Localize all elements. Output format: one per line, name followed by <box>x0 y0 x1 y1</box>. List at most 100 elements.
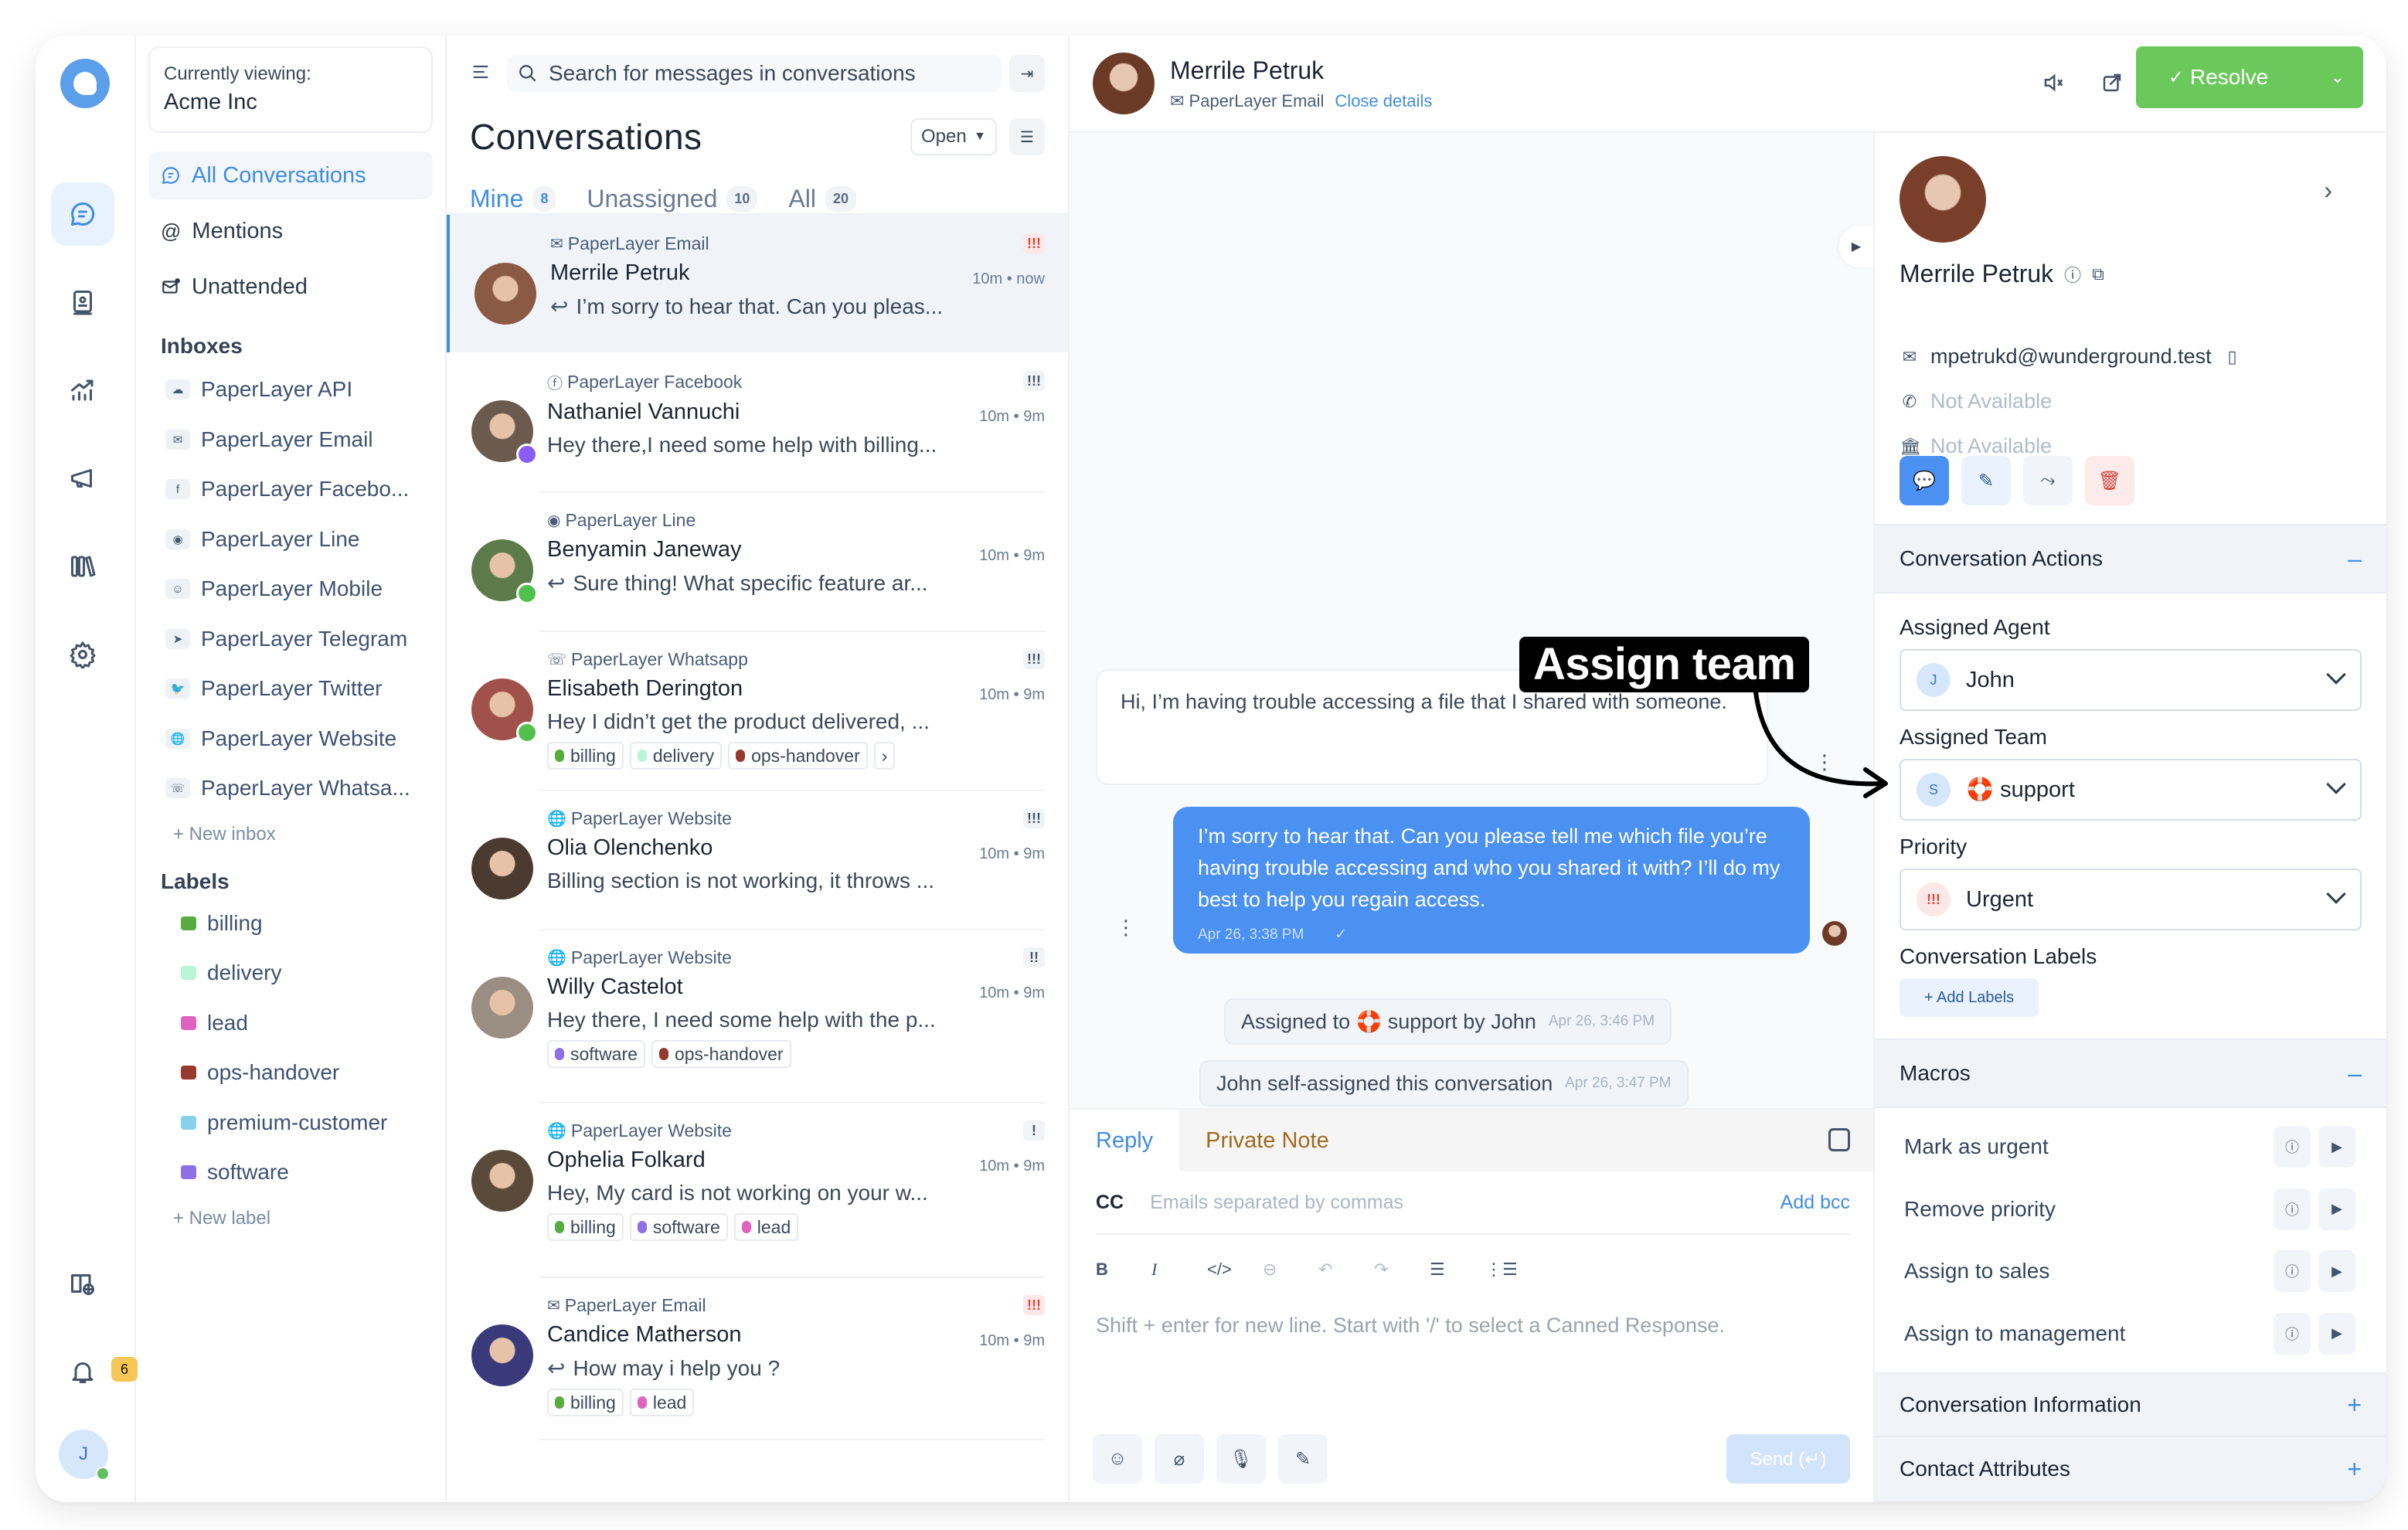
sidebar-label-item[interactable]: software <box>148 1148 433 1198</box>
sidebar-inbox-item[interactable]: ☁ PaperLayer API <box>148 365 433 415</box>
nav-library[interactable] <box>51 535 114 598</box>
mute-icon[interactable] <box>2042 71 2065 94</box>
new-message-button[interactable]: 💬 <box>1900 456 1949 505</box>
play-icon[interactable]: ▶ <box>2318 1250 2355 1292</box>
attachment-icon[interactable]: ⌀ <box>1155 1434 1204 1484</box>
expand-plus-icon[interactable]: + <box>2347 1455 2362 1484</box>
nav-settings[interactable] <box>51 623 114 686</box>
expand-icon[interactable] <box>1828 1128 1850 1151</box>
sidebar-inbox-item[interactable]: ◉ PaperLayer Line <box>148 515 433 565</box>
cc-input[interactable]: Emails separated by commas <box>1150 1192 1780 1214</box>
nav-notifications[interactable]: 6 <box>51 1340 138 1403</box>
sidebar-inbox-item[interactable]: ☺ PaperLayer Mobile <box>148 564 433 614</box>
conversation-item[interactable]: ⓕ PaperLayer Facebook!!! Nathaniel Vannuch… <box>447 352 1068 493</box>
conversation-item[interactable]: 🌐 PaperLayer Website! Ophelia Folkard 10m •… <box>447 1102 1068 1278</box>
code-icon[interactable]: </> <box>1207 1260 1263 1280</box>
redo-icon[interactable]: ↷ <box>1374 1260 1430 1280</box>
nav-conversations[interactable] <box>51 182 114 246</box>
conversation-item[interactable]: ✉ PaperLayer Email!!! Candice Matherson 10m… <box>447 1277 1068 1440</box>
info-icon[interactable]: ⓘ <box>2274 1250 2311 1292</box>
message-editor[interactable]: Shift + enter for new line. Start with '… <box>1096 1314 1873 1338</box>
signature-icon[interactable]: ✎ <box>1278 1434 1328 1484</box>
play-icon[interactable]: ▶ <box>2318 1126 2355 1168</box>
sidebar-label-item[interactable]: lead <box>148 998 433 1049</box>
italic-icon[interactable]: I <box>1151 1260 1207 1280</box>
account-switcher[interactable]: Currently viewing: Acme Inc <box>148 46 433 133</box>
assigned-team-select[interactable]: S 🛟 support <box>1900 759 2362 821</box>
new-inbox-link[interactable]: + New inbox <box>148 814 433 855</box>
emoji-icon[interactable]: ☺ <box>1093 1434 1142 1484</box>
chevron-right-icon[interactable]: › <box>2324 176 2332 205</box>
user-avatar[interactable]: J <box>59 1430 110 1481</box>
toggle-contact-panel-button[interactable]: ▶ <box>1839 226 1873 267</box>
conversation-actions-header[interactable]: Conversation Actions – <box>1875 524 2386 593</box>
send-button[interactable]: Send (↵) <box>1726 1434 1850 1484</box>
sidebar-item-all-conversations[interactable]: All Conversations <box>148 151 433 199</box>
nav-campaigns[interactable] <box>51 447 114 510</box>
message-menu-icon[interactable]: ⋮ <box>1116 917 1136 937</box>
delete-contact-button[interactable]: 🗑 <box>2085 456 2134 505</box>
bold-icon[interactable]: B <box>1096 1260 1151 1280</box>
sidebar-inbox-item[interactable]: f PaperLayer Facebo... <box>148 464 433 515</box>
close-details-link[interactable]: Close details <box>1335 91 1432 111</box>
conversation-item[interactable]: ☏ PaperLayer Whatsapp!!! Elisabeth Deringt… <box>447 631 1068 791</box>
conversation-item[interactable]: ✉ PaperLayer Email!!! Merrile Petruk 10m • … <box>447 215 1068 352</box>
numbered-list-icon[interactable]: ⋮☰ <box>1485 1260 1541 1280</box>
resolve-button[interactable]: ✓ Resolve ⌄ <box>2136 46 2363 108</box>
collapse-icon[interactable]: – <box>2348 1059 2362 1088</box>
new-label-link[interactable]: + New label <box>148 1198 433 1239</box>
chevron-down-icon[interactable]: ⌄ <box>2331 67 2345 87</box>
add-bcc-link[interactable]: Add bcc <box>1780 1192 1850 1214</box>
share-icon[interactable] <box>2100 71 2124 94</box>
sidebar-label-item[interactable]: ops-handover <box>148 1048 433 1098</box>
conversation-information-header[interactable]: Conversation Information + <box>1875 1372 2386 1437</box>
undo-icon[interactable]: ↶ <box>1318 1260 1374 1280</box>
info-icon[interactable]: ⓘ <box>2064 262 2081 287</box>
priority-select[interactable]: !!! Urgent <box>1900 869 2362 930</box>
sidebar-label-item[interactable]: delivery <box>148 948 433 998</box>
contact-avatar[interactable] <box>1093 53 1155 114</box>
edit-contact-button[interactable]: ✎ <box>1961 456 2011 505</box>
sidebar-item-unattended[interactable]: Unattended <box>148 263 433 311</box>
more-labels-button[interactable]: › <box>873 742 896 770</box>
bullet-list-icon[interactable]: ☰ <box>1430 1260 1485 1280</box>
sidebar-inbox-item[interactable]: ☏ PaperLayer Whatsa... <box>148 763 433 814</box>
conversation-item[interactable]: ◉ PaperLayer Line Benyamin Janeway 10m • 9m… <box>447 491 1068 632</box>
sidebar-inbox-item[interactable]: 🐦 PaperLayer Twitter <box>148 664 433 714</box>
merge-contact-button[interactable]: ⤳ <box>2023 456 2073 505</box>
clipboard-icon[interactable]: ▯ <box>2223 347 2243 367</box>
sidebar-inbox-item[interactable]: ➤ PaperLayer Telegram <box>148 614 433 665</box>
conversation-item[interactable]: 🌐 PaperLayer Website!!! Olia Olenchenko 10m… <box>447 790 1068 930</box>
status-filter-select[interactable]: Open ▼ <box>910 118 997 155</box>
nav-help-center[interactable] <box>51 1252 114 1315</box>
collapse-panel-button[interactable]: ⇥ <box>1009 55 1045 92</box>
external-link-icon[interactable]: ⧉ <box>2092 264 2104 284</box>
play-icon[interactable]: ▶ <box>2318 1188 2355 1230</box>
sidebar-label-item[interactable]: premium-customer <box>148 1098 433 1148</box>
info-icon[interactable]: ⓘ <box>2274 1126 2311 1168</box>
play-icon[interactable]: ▶ <box>2318 1312 2355 1355</box>
sidebar-label-item[interactable]: billing <box>148 899 433 949</box>
nav-contacts[interactable] <box>51 270 114 334</box>
info-icon[interactable]: ⓘ <box>2274 1312 2311 1355</box>
app-logo[interactable] <box>60 59 110 108</box>
assigned-agent-select[interactable]: J John <box>1900 649 2362 711</box>
conversation-item[interactable]: 🌐 PaperLayer Website!! Willy Castelot 10m •… <box>447 929 1068 1103</box>
filter-button[interactable]: ☰ <box>1009 118 1045 155</box>
search-input[interactable]: Search for messages in conversations <box>507 55 1002 92</box>
sidebar-inbox-item[interactable]: 🌐 PaperLayer Website <box>148 714 433 764</box>
contact-attributes-header[interactable]: Contact Attributes + <box>1875 1437 2386 1502</box>
collapse-icon[interactable]: – <box>2348 545 2362 573</box>
add-labels-button[interactable]: + Add Labels <box>1900 978 2039 1017</box>
expand-plus-icon[interactable]: + <box>2347 1391 2362 1420</box>
menu-icon[interactable] <box>470 61 491 87</box>
link-icon[interactable]: ⊖ <box>1263 1260 1318 1280</box>
macros-header[interactable]: Macros – <box>1875 1039 2386 1108</box>
nav-reports[interactable] <box>51 359 114 422</box>
info-icon[interactable]: ⓘ <box>2274 1188 2311 1230</box>
contact-email[interactable]: mpetrukd@wunderground.test <box>1930 345 2212 369</box>
sidebar-item-mentions[interactable]: @ Mentions <box>148 207 433 255</box>
tab-private-note[interactable]: Private Note <box>1179 1110 1355 1171</box>
microphone-icon[interactable]: 🎙 <box>1216 1434 1266 1484</box>
tab-reply[interactable]: Reply <box>1070 1110 1180 1171</box>
